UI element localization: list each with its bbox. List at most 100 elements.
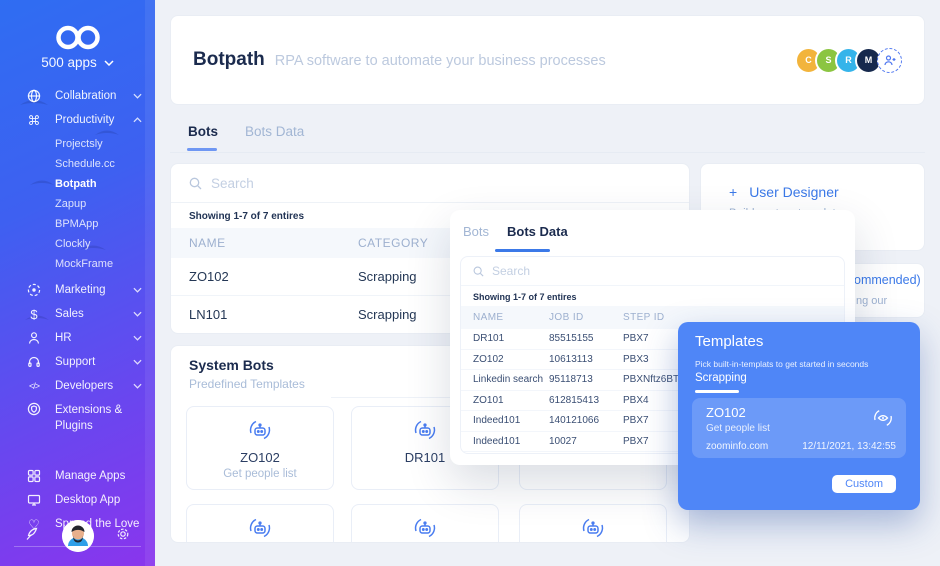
- cell-job-id: 612815413: [549, 395, 623, 406]
- code-icon: </>: [26, 382, 42, 391]
- dollar-icon: $: [26, 308, 42, 321]
- robot-icon: [187, 515, 333, 543]
- templates-tab-scrapping[interactable]: Scrapping: [695, 372, 747, 384]
- sidebar-app-bpmapp[interactable]: BPMApp: [0, 214, 155, 234]
- template-source: zoominfo.com: [706, 441, 768, 452]
- modal-active-tab-underline: [495, 249, 550, 252]
- headset-icon: [26, 355, 42, 369]
- modal-search-input[interactable]: Search: [461, 257, 844, 286]
- sidebar-item-extensions[interactable]: Extensions & Plugins: [0, 398, 155, 440]
- bot-template-card[interactable]: ZO102 Get people list: [186, 406, 334, 490]
- page-header: Botpath RPA software to automate your bu…: [170, 15, 925, 105]
- tab-bots-data[interactable]: Bots Data: [245, 124, 304, 139]
- sidebar-item-desktop-app[interactable]: Desktop App: [0, 488, 155, 512]
- column-header-name[interactable]: NAME: [461, 312, 549, 323]
- add-user-button[interactable]: [877, 48, 902, 73]
- apps-switcher[interactable]: 500 apps: [0, 55, 155, 70]
- chevron-down-icon: [133, 93, 142, 99]
- collaborator-avatars: C S R M: [795, 47, 902, 74]
- sidebar-item-manage-apps[interactable]: Manage Apps: [0, 464, 155, 488]
- chevron-down-icon: [133, 359, 142, 365]
- templates-panel: Templates Pick built-in-templats to get …: [678, 322, 920, 510]
- page-tabs: Bots Bots Data: [188, 124, 304, 139]
- sidebar-item-productivity[interactable]: ⌘ Productivity: [0, 108, 155, 132]
- active-tab-underline: [187, 148, 217, 151]
- sidebar-item-collaboration[interactable]: Collabration: [0, 84, 155, 108]
- chevron-up-icon: [133, 117, 142, 123]
- sidebar-nav: Collabration ⌘ Productivity Projectsly S…: [0, 84, 155, 547]
- tab-bots[interactable]: Bots: [188, 124, 218, 139]
- cell-job-id: 95118713: [549, 374, 623, 385]
- app-logo[interactable]: [0, 24, 155, 56]
- sidebar-app-zapup[interactable]: Zapup: [0, 194, 155, 214]
- gear-icon[interactable]: [115, 526, 131, 547]
- robot-icon: [352, 515, 498, 543]
- sidebar-item-label: Productivity: [55, 114, 133, 126]
- preview-eye-icon[interactable]: [872, 407, 894, 434]
- template-name: ZO102: [706, 405, 746, 420]
- chevron-down-icon: [133, 287, 142, 293]
- sidebar-item-label: Sales: [55, 308, 133, 320]
- robot-icon: [187, 417, 333, 448]
- add-person-icon: [883, 54, 896, 67]
- quill-icon[interactable]: [24, 526, 40, 547]
- system-bots-subtitle: Predefined Templates: [189, 377, 305, 391]
- cell-name: ZO102: [461, 354, 549, 365]
- sidebar-item-hr[interactable]: HR: [0, 326, 155, 350]
- template-card[interactable]: ZO102 Get people list zoominfo.com 12/11…: [692, 398, 906, 458]
- bot-template-card[interactable]: [186, 504, 334, 543]
- bot-description: Get people list: [187, 468, 333, 480]
- title-row: Botpath RPA software to automate your bu…: [193, 49, 795, 71]
- plus-icon: +: [729, 184, 737, 200]
- user-avatar[interactable]: [62, 520, 94, 552]
- modal-tab-bots[interactable]: Bots: [463, 224, 489, 239]
- user-designer-label: User Designer: [749, 184, 838, 200]
- sidebar-app-clockly[interactable]: Clockly: [0, 234, 155, 254]
- cell-job-id: 140121066: [549, 415, 623, 426]
- botpath-app: 500 apps Collabration ⌘ Productivity: [0, 0, 940, 566]
- bot-template-card[interactable]: [519, 504, 667, 543]
- main-content: Botpath RPA software to automate your bu…: [155, 0, 940, 566]
- bot-name: ZO102: [187, 450, 333, 465]
- custom-button[interactable]: Custom: [832, 475, 896, 493]
- templates-tab-underline: [695, 390, 739, 393]
- tabs-divider: [170, 152, 925, 153]
- sidebar-app-projectsly[interactable]: Projectsly: [0, 134, 155, 154]
- templates-subtitle: Pick built-in-templats to get started in…: [695, 359, 868, 369]
- cell-name: Indeed101: [461, 415, 549, 426]
- sidebar: 500 apps Collabration ⌘ Productivity: [0, 0, 155, 566]
- target-icon: [26, 283, 42, 297]
- robot-icon: [520, 515, 666, 543]
- cell-name: LN101: [171, 307, 358, 322]
- cell-name: Indeed101: [461, 436, 549, 447]
- sidebar-footer: [0, 514, 155, 558]
- search-input[interactable]: Search: [171, 164, 689, 203]
- cell-job-id: 85515155: [549, 333, 623, 344]
- sidebar-item-label: HR: [55, 332, 133, 344]
- page-title: Botpath: [193, 49, 265, 71]
- productivity-app-list: Projectsly Schedule.cc Botpath Zapup BPM…: [0, 132, 155, 278]
- cell-name: ZO101: [461, 395, 549, 406]
- chevron-down-icon: [133, 311, 142, 317]
- column-header-name[interactable]: NAME: [171, 236, 358, 250]
- column-header-job-id[interactable]: JOB ID: [549, 312, 623, 323]
- sidebar-app-mockframe[interactable]: MockFrame: [0, 254, 155, 274]
- sidebar-item-label: Desktop App: [55, 494, 142, 506]
- monitor-icon: [26, 493, 42, 507]
- sidebar-app-botpath[interactable]: Botpath: [0, 174, 155, 194]
- sidebar-item-support[interactable]: Support: [0, 350, 155, 374]
- user-designer-title-row: + User Designer: [729, 184, 924, 200]
- sidebar-app-schedulecc[interactable]: Schedule.cc: [0, 154, 155, 174]
- sidebar-item-marketing[interactable]: Marketing: [0, 278, 155, 302]
- sidebar-item-label: Marketing: [55, 284, 133, 296]
- modal-results-count: Showing 1-7 of 7 entires: [461, 286, 844, 306]
- partial-link-text: ommended): [854, 273, 921, 287]
- chevron-down-icon: [133, 335, 142, 341]
- modal-tab-bots-data[interactable]: Bots Data: [507, 224, 568, 239]
- bot-template-card[interactable]: [351, 504, 499, 543]
- search-icon: [473, 266, 484, 277]
- search-placeholder: Search: [492, 264, 530, 278]
- chevron-down-icon: [104, 60, 114, 66]
- sidebar-item-sales[interactable]: $ Sales: [0, 302, 155, 326]
- sidebar-item-developers[interactable]: </> Developers: [0, 374, 155, 398]
